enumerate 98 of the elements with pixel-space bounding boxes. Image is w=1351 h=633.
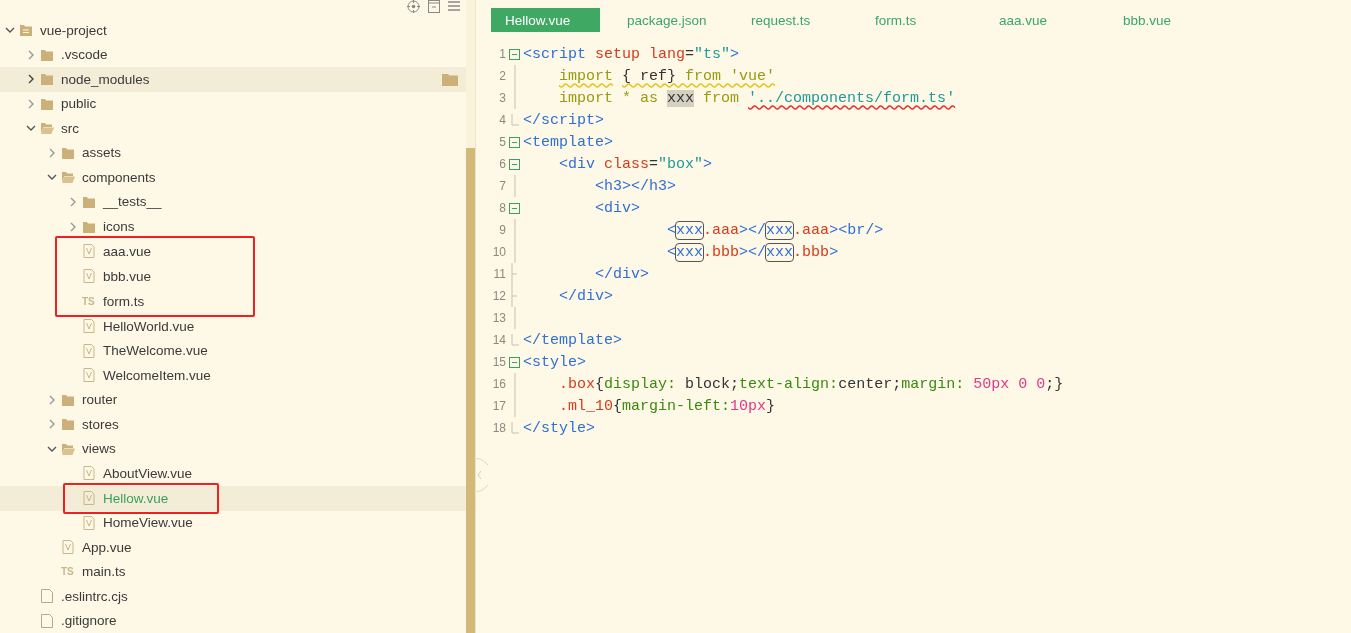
tree-item[interactable]: HelloWorld.vue <box>0 313 466 339</box>
fold-tick-icon <box>510 285 519 307</box>
collapse-handle-icon[interactable] <box>474 458 488 492</box>
code-line: <script setup lang="ts"> <box>523 45 740 63</box>
code-line: <div class="box"> <box>558 155 713 173</box>
tree-item[interactable]: WelcomeItem.vue <box>0 362 466 388</box>
line-number: 15 <box>491 355 506 369</box>
tree-item[interactable]: components <box>0 165 466 190</box>
line-number: 2 <box>498 69 506 83</box>
line-number: 17 <box>491 399 506 413</box>
fold-end-icon <box>510 334 519 346</box>
code-line: </style> <box>523 419 595 437</box>
code-line: import * as xxx from '../components/form.ts' <box>558 89 956 107</box>
folder-icon <box>40 72 54 87</box>
folder-icon <box>61 145 75 160</box>
vue-file-icon <box>61 540 75 555</box>
vue-file-icon <box>82 515 96 530</box>
tree-item[interactable]: TheWelcome.vue <box>0 338 466 363</box>
vue-file-icon <box>82 244 96 259</box>
tree-item[interactable]: icons <box>0 214 466 239</box>
project-icon <box>19 23 33 38</box>
tree-item[interactable]: router <box>0 387 466 412</box>
code-line: </div> <box>594 265 650 283</box>
fold-icon[interactable] <box>509 136 520 148</box>
code-line: import { ref} from 'vue' <box>558 67 776 85</box>
ts-file-icon: TS <box>82 295 96 307</box>
line-number: 5 <box>498 135 506 149</box>
code-line: .ml_10{margin-left:10px} <box>558 397 776 415</box>
code-line: <h3></h3> <box>594 177 677 195</box>
line-number: 14 <box>491 333 506 347</box>
tree-item[interactable]: src <box>0 116 466 141</box>
folder-icon <box>82 219 96 234</box>
reveal-folder-icon[interactable] <box>442 73 458 87</box>
folder-icon <box>61 417 75 432</box>
folder-icon <box>40 47 54 62</box>
menu-icon[interactable] <box>448 0 460 12</box>
tree-item[interactable]: stores <box>0 411 466 437</box>
tree-item[interactable]: aaa.vue <box>0 238 466 264</box>
code-line: <div> <box>594 199 641 217</box>
tree-item[interactable]: HomeView.vue <box>0 510 466 536</box>
line-number: 18 <box>491 421 506 435</box>
scrollbar-thumb[interactable] <box>466 148 475 633</box>
file-icon <box>40 589 54 604</box>
vue-file-icon <box>82 319 96 334</box>
tree-item[interactable]: views <box>0 436 466 461</box>
vue-file-icon <box>82 466 96 481</box>
locate-icon[interactable] <box>407 0 420 13</box>
tree-item[interactable]: TS main.ts <box>0 559 466 585</box>
fold-icon[interactable] <box>509 202 520 214</box>
line-number: 13 <box>491 311 506 325</box>
line-number: 8 <box>498 201 506 215</box>
line-number: 16 <box>491 377 506 391</box>
collapse-icon[interactable] <box>428 0 440 13</box>
vue-file-icon <box>82 491 96 505</box>
fold-icon[interactable] <box>509 158 520 170</box>
tree-item[interactable]: public <box>0 91 466 117</box>
line-number: 7 <box>498 179 506 193</box>
chevron-right-icon[interactable] <box>26 74 36 85</box>
tree-item[interactable]: AboutView.vue <box>0 460 466 486</box>
vue-file-icon <box>82 269 96 284</box>
fold-tick-icon <box>510 263 519 285</box>
code-line: <style> <box>523 353 586 371</box>
folder-icon <box>61 392 75 407</box>
tree-item[interactable]: .gitignore <box>0 608 466 633</box>
tree-item[interactable]: __tests__ <box>0 189 466 215</box>
ts-file-icon: TS <box>61 566 75 578</box>
tree-item[interactable]: App.vue <box>0 535 466 560</box>
tree-item[interactable]: bbb.vue <box>0 263 466 289</box>
line-number: 4 <box>498 113 506 127</box>
fold-end-icon <box>510 114 519 126</box>
tree-item[interactable]: assets <box>0 140 466 166</box>
tree-item[interactable]: .vscode <box>0 42 466 68</box>
code-line: <template> <box>523 133 613 151</box>
line-number: 10 <box>491 245 506 259</box>
line-number: 9 <box>498 223 506 237</box>
fold-icon[interactable] <box>509 356 520 368</box>
tree-item[interactable]: vue-project <box>0 18 466 43</box>
line-number: 1 <box>498 47 506 61</box>
code-line: </script> <box>523 111 604 129</box>
code-line: </template> <box>523 331 623 349</box>
line-number: 12 <box>491 289 506 303</box>
tree-item[interactable]: .eslintrc.cjs <box>0 584 466 609</box>
line-number: 11 <box>492 267 506 281</box>
tree-item[interactable]: TS form.ts <box>0 288 466 314</box>
code-line: </div> <box>558 287 614 305</box>
file-icon <box>40 613 54 628</box>
code-line: .box{display: block;text-align:center;margin: 50px 0 0;} <box>558 375 1064 393</box>
folder-icon <box>40 96 54 111</box>
line-number: 3 <box>498 91 506 105</box>
fold-icon[interactable] <box>509 48 520 60</box>
line-number: 6 <box>498 157 506 171</box>
folder-icon <box>82 195 96 209</box>
vue-file-icon <box>82 343 96 358</box>
vue-file-icon <box>82 368 96 383</box>
fold-end-icon <box>510 422 519 434</box>
code-line: <xxx.bbb></xxx.bbb> <box>666 243 839 261</box>
code-line: <xxx.aaa></xxx.aaa><br/> <box>666 221 884 239</box>
tree-item[interactable]: node_modules <box>0 67 466 92</box>
